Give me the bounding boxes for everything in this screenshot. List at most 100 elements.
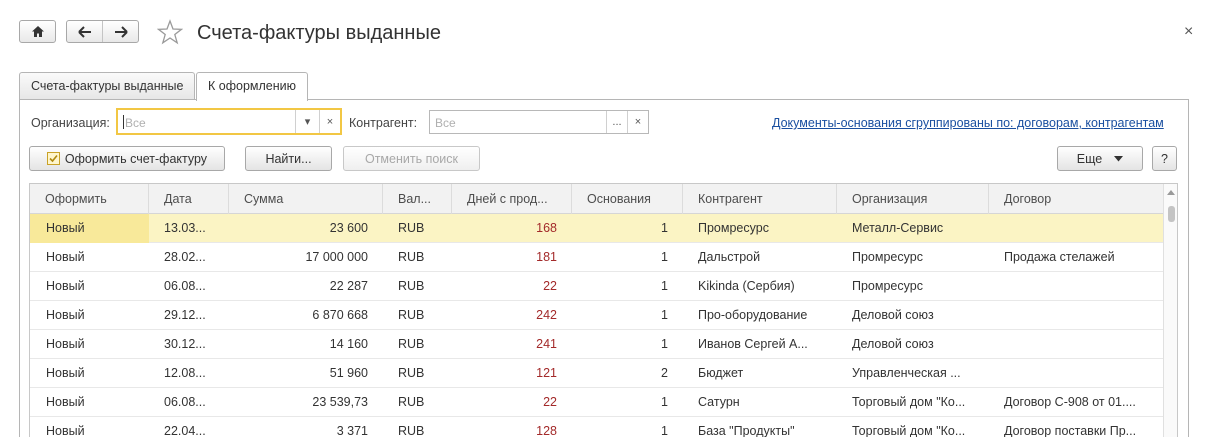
cell-contragent: Дальстрой	[698, 250, 761, 264]
cell-currency: RUB	[398, 395, 425, 409]
table-row[interactable]: Новый 30.12... 14 160 RUB 241 1 Иванов Сергей …	[30, 330, 1163, 359]
table-row[interactable]: Новый 12.08... 51 960 RUB 121 2 Бюджет Управлен…	[30, 359, 1163, 388]
cell-bases: 1	[661, 250, 668, 264]
table-row[interactable]: Новый 28.02... 17 000 000 RUB 181 1 Дальстрой П…	[30, 243, 1163, 272]
table-row[interactable]: Новый 13.03... 23 600 RUB 168 1 Промресурс Мета…	[30, 214, 1163, 243]
vertical-scrollbar[interactable]	[1163, 184, 1177, 437]
organization-dropdown-button[interactable]: ▾	[295, 110, 319, 133]
arrow-right-icon	[114, 25, 128, 38]
scroll-up-icon[interactable]	[1167, 190, 1175, 195]
cell-currency: RUB	[398, 250, 425, 264]
cell-sum: 14 160	[329, 337, 368, 351]
cell-status: Новый	[46, 337, 85, 351]
contragent-placeholder: Все	[435, 116, 456, 130]
tab-issued-invoices[interactable]: Счета-фактуры выданные	[19, 72, 196, 100]
cancel-search-button[interactable]: Отменить поиск	[343, 146, 480, 171]
column-header[interactable]: Контрагент	[683, 184, 837, 214]
column-header[interactable]: Оформить	[30, 184, 149, 214]
cell-date: 22.04...	[164, 424, 206, 437]
cell-bases: 1	[661, 424, 668, 437]
cell-currency: RUB	[398, 308, 425, 322]
cell-contragent: Про-оборудование	[698, 308, 808, 322]
cell-contragent: Kikinda (Сербия)	[698, 279, 795, 293]
chevron-down-icon: ▾	[304, 116, 311, 128]
cell-org: Промресурс	[852, 250, 923, 264]
table-header: Оформить Дата Сумма Вал... Дней с прод..…	[30, 184, 1163, 214]
cell-sum: 23 600	[329, 221, 368, 235]
tab-to-process[interactable]: К оформлению	[196, 72, 308, 101]
clear-icon: ×	[634, 116, 642, 128]
table-row[interactable]: Новый 29.12... 6 870 668 RUB 242 1 Про-оборудо…	[30, 301, 1163, 330]
cell-contract: Договор поставки Пр...	[1004, 424, 1137, 437]
star-icon[interactable]	[157, 19, 183, 45]
cell-contragent: Сатурн	[698, 395, 740, 409]
organization-clear-button[interactable]: ×	[319, 110, 340, 133]
cell-bases: 1	[661, 337, 668, 351]
more-button[interactable]: Еще	[1057, 146, 1143, 171]
find-button[interactable]: Найти...	[245, 146, 332, 171]
arrow-left-icon	[77, 25, 91, 38]
cell-days: 241	[536, 337, 557, 351]
cell-org: Металл-Сервис	[852, 221, 944, 235]
clear-icon: ×	[326, 115, 334, 128]
cell-org: Управленческая ...	[852, 366, 961, 380]
grouping-link[interactable]: Документы-основания сгруппированы по: до…	[772, 116, 1164, 130]
cell-status: Новый	[46, 424, 85, 437]
column-header[interactable]: Договор	[989, 184, 1163, 214]
cell-sum: 3 371	[336, 424, 368, 437]
cell-contract: Продажа стелажей	[1004, 250, 1115, 264]
organization-placeholder: Все	[125, 116, 146, 130]
cell-bases: 1	[661, 308, 668, 322]
cell-bases: 1	[661, 279, 668, 293]
cell-bases: 1	[661, 395, 668, 409]
column-header[interactable]: Дней с прод...	[452, 184, 572, 214]
cell-status: Новый	[46, 308, 85, 322]
scroll-thumb[interactable]	[1168, 206, 1175, 222]
create-invoice-button[interactable]: Оформить счет-фактуру	[29, 146, 225, 171]
cell-sum: 6 870 668	[312, 308, 368, 322]
table-row[interactable]: Новый 06.08... 23 539,73 RUB 22 1 Сатурн Торгов…	[30, 388, 1163, 417]
cell-contract	[989, 301, 1163, 330]
table-row[interactable]: Новый 06.08... 22 287 RUB 22 1 Kikinda (Сербия…	[30, 272, 1163, 301]
cell-org: Торговый дом "Ко...	[852, 424, 966, 437]
title-bar: Счета-фактуры выданные ×	[0, 0, 1214, 66]
cell-contract: Договор С-908 от 01....	[1004, 395, 1136, 409]
cell-date: 13.03...	[164, 221, 206, 235]
close-icon[interactable]: ×	[1184, 22, 1193, 42]
cell-status: Новый	[46, 279, 85, 293]
back-button[interactable]	[67, 21, 102, 42]
table-row[interactable]: Новый 22.04... 3 371 RUB 128 1 База "Продукты"…	[30, 417, 1163, 437]
cell-days: 168	[536, 221, 557, 235]
cell-org: Деловой союз	[852, 308, 934, 322]
cell-contract	[989, 272, 1163, 301]
column-header[interactable]: Организация	[837, 184, 989, 214]
cell-currency: RUB	[398, 366, 425, 380]
organization-field[interactable]: Все ▾ ×	[116, 108, 342, 135]
contragent-select-button[interactable]: ...	[606, 111, 627, 133]
checkbox-icon	[46, 152, 60, 165]
home-icon	[31, 26, 44, 37]
column-header[interactable]: Вал...	[383, 184, 452, 214]
cell-status: Новый	[30, 214, 149, 243]
more-label: Еще	[1076, 151, 1103, 166]
cell-sum: 17 000 000	[305, 250, 368, 264]
ellipsis-icon: ...	[612, 116, 622, 128]
home-button[interactable]	[19, 20, 56, 43]
contragent-field[interactable]: Все ... ×	[429, 110, 649, 134]
column-header[interactable]: Дата	[149, 184, 229, 214]
cell-contract	[989, 359, 1163, 388]
triangle-down-icon	[1114, 155, 1124, 161]
cell-currency: RUB	[398, 221, 425, 235]
create-invoice-label: Оформить счет-фактуру	[64, 151, 208, 166]
help-button[interactable]: ?	[1152, 146, 1177, 171]
navigation-buttons	[66, 20, 139, 43]
forward-button[interactable]	[102, 21, 138, 42]
cell-contract	[989, 214, 1163, 243]
page-title: Счета-фактуры выданные	[197, 22, 441, 44]
organization-label: Организация:	[31, 116, 110, 130]
contragent-label: Контрагент:	[349, 116, 418, 130]
cell-days: 121	[536, 366, 557, 380]
column-header[interactable]: Сумма	[229, 184, 383, 214]
column-header[interactable]: Основания	[572, 184, 683, 214]
contragent-clear-button[interactable]: ×	[627, 111, 648, 133]
